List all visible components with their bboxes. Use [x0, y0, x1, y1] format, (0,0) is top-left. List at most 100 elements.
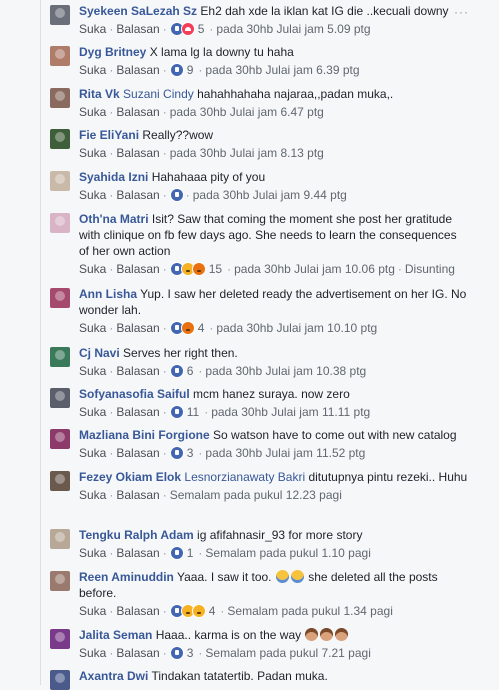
reply-link[interactable]: Balasan — [116, 63, 159, 77]
like-link[interactable]: Suka — [79, 446, 106, 460]
reaction-summary[interactable]: 9 — [169, 62, 193, 78]
avatar[interactable] — [50, 213, 70, 233]
avatar[interactable] — [50, 88, 70, 108]
girl-emoji-icon — [305, 628, 319, 641]
comment-author[interactable]: Syahida Izni — [79, 170, 148, 184]
reply-link[interactable]: Balasan — [116, 105, 159, 119]
comment-actions: Suka · Balasan · 5 · pada 30hb Julai jam 5.09 … — [79, 21, 469, 37]
like-link[interactable]: Suka — [79, 188, 106, 202]
comment-item: Syahida Izni Hahahaaa pity of you Suka · Ba… — [50, 169, 499, 203]
comment-timestamp[interactable]: Semalam pada pukul 1.34 pagi — [227, 604, 392, 618]
reply-link[interactable]: Balasan — [116, 321, 159, 335]
comment-item: Tengku Ralph Adam ig afifahnasir_93 for … — [50, 527, 499, 561]
comment-timestamp[interactable]: pada 30hb Julai jam 11.11 ptg — [211, 405, 370, 419]
comment-timestamp[interactable]: pada 30hb Julai jam 10.38 ptg — [205, 364, 366, 378]
girl-emoji-icon — [320, 628, 334, 641]
reply-link[interactable]: Balasan — [116, 22, 159, 36]
comment-author[interactable]: Axantra Dwi — [79, 669, 148, 683]
comment-timestamp[interactable]: Semalam pada pukul 7.21 pagi — [205, 646, 370, 660]
reaction-summary[interactable]: 3 — [169, 445, 193, 461]
like-link[interactable]: Suka — [79, 63, 106, 77]
avatar[interactable] — [50, 670, 70, 690]
reply-link[interactable]: Balasan — [116, 604, 159, 618]
like-link[interactable]: Suka — [79, 646, 106, 660]
comment-timestamp[interactable]: pada 30hb Julai jam 10.10 ptg — [216, 321, 377, 335]
comment-author[interactable]: Fezey Okiam Elok — [79, 470, 181, 484]
like-link[interactable]: Suka — [79, 146, 106, 160]
avatar[interactable] — [50, 471, 70, 491]
reaction-summary[interactable]: 4 — [169, 320, 204, 336]
like-link[interactable]: Suka — [79, 364, 106, 378]
comment-timestamp[interactable]: pada 30hb Julai jam 6.39 ptg — [205, 63, 359, 77]
comment-timestamp[interactable]: pada 30hb Julai jam 8.13 ptg — [170, 146, 324, 160]
reply-link[interactable]: Balasan — [116, 146, 159, 160]
avatar[interactable] — [50, 388, 70, 408]
reply-link[interactable]: Balasan — [116, 364, 159, 378]
tagged-user[interactable]: Suzani Cindy — [123, 87, 194, 101]
reply-link[interactable]: Balasan — [116, 646, 159, 660]
like-link[interactable]: Suka — [79, 405, 106, 419]
like-link[interactable]: Suka — [79, 488, 106, 502]
comment-timestamp[interactable]: pada 30hb Julai jam 6.47 ptg — [170, 105, 324, 119]
reaction-summary[interactable]: 1 — [169, 545, 193, 561]
comment-timestamp[interactable]: pada 30hb Julai jam 9.44 ptg — [193, 188, 347, 202]
avatar[interactable] — [50, 529, 70, 549]
comment-timestamp[interactable]: pada 30hb Julai jam 10.06 ptg — [234, 262, 395, 276]
like-link[interactable]: Suka — [79, 546, 106, 560]
reply-link[interactable]: Balasan — [116, 446, 159, 460]
comment-body: Reen Aminuddin Yaaa. I saw it too. she d… — [79, 569, 499, 619]
comment-author[interactable]: Ann Lisha — [79, 287, 137, 301]
avatar[interactable] — [50, 129, 70, 149]
comment-author[interactable]: Mazliana Bini Forgione — [79, 428, 210, 442]
more-options-icon[interactable]: ··· — [454, 5, 469, 19]
like-link[interactable]: Suka — [79, 262, 106, 276]
reaction-summary[interactable]: 3 — [169, 645, 194, 661]
avatar[interactable] — [50, 571, 70, 591]
avatar[interactable] — [50, 5, 70, 25]
comment-author[interactable]: Sofyanasofia Saiful — [79, 387, 190, 401]
reply-link[interactable]: Balasan — [116, 488, 159, 502]
like-reaction-icon — [169, 546, 184, 560]
comment-author[interactable]: Tengku Ralph Adam — [79, 528, 194, 542]
like-link[interactable]: Suka — [79, 604, 106, 618]
comment-body: Mazliana Bini Forgione So watson have to… — [79, 427, 499, 461]
comment-author[interactable]: Rita Vk — [79, 87, 120, 101]
tagged-user[interactable]: Lesnorzianawaty Bakri — [184, 470, 305, 484]
avatar[interactable] — [50, 171, 70, 191]
reply-link[interactable]: Balasan — [116, 405, 159, 419]
comment-timestamp[interactable]: Semalam pada pukul 12.23 pagi — [170, 488, 342, 502]
avatar[interactable] — [50, 46, 70, 66]
avatar[interactable] — [50, 288, 70, 308]
comment-timestamp[interactable]: pada 30hb Julai jam 11.52 ptg — [205, 446, 365, 460]
reaction-summary[interactable] — [169, 188, 184, 202]
edited-label[interactable]: Disunting — [405, 262, 455, 276]
reply-link[interactable]: Balasan — [116, 262, 159, 276]
avatar[interactable] — [50, 429, 70, 449]
avatar[interactable] — [50, 347, 70, 367]
comment-author[interactable]: Syekeen SaLezah Sz — [79, 4, 197, 18]
separator: · — [162, 604, 167, 618]
reaction-count: 3 — [186, 646, 194, 660]
comment-author[interactable]: Dyg Britney — [79, 45, 146, 59]
reply-link[interactable]: Balasan — [116, 546, 159, 560]
like-link[interactable]: Suka — [79, 22, 106, 36]
comment-timestamp[interactable]: pada 30hb Julai jam 5.09 ptg — [216, 22, 370, 36]
reaction-summary[interactable]: 6 — [169, 363, 193, 379]
separator: · — [109, 446, 114, 460]
comment-author[interactable]: Cj Navi — [79, 346, 120, 360]
like-reaction-icon — [169, 405, 184, 419]
comment-author[interactable]: Reen Aminuddin — [79, 570, 174, 584]
comment-author[interactable]: Jalita Seman — [79, 628, 152, 642]
separator: · — [162, 646, 167, 660]
like-link[interactable]: Suka — [79, 321, 106, 335]
reaction-summary[interactable]: 4 — [169, 603, 215, 619]
reaction-summary[interactable]: 5 — [169, 21, 204, 37]
reply-link[interactable]: Balasan — [116, 188, 159, 202]
comment-author[interactable]: Oth'na Matri — [79, 212, 149, 226]
reaction-summary[interactable]: 11 — [169, 404, 199, 420]
like-link[interactable]: Suka — [79, 105, 106, 119]
reaction-summary[interactable]: 15 — [169, 261, 222, 277]
avatar[interactable] — [50, 629, 70, 649]
comment-author[interactable]: Fie EliYani — [79, 128, 139, 142]
comment-timestamp[interactable]: Semalam pada pukul 1.10 pagi — [205, 546, 370, 560]
